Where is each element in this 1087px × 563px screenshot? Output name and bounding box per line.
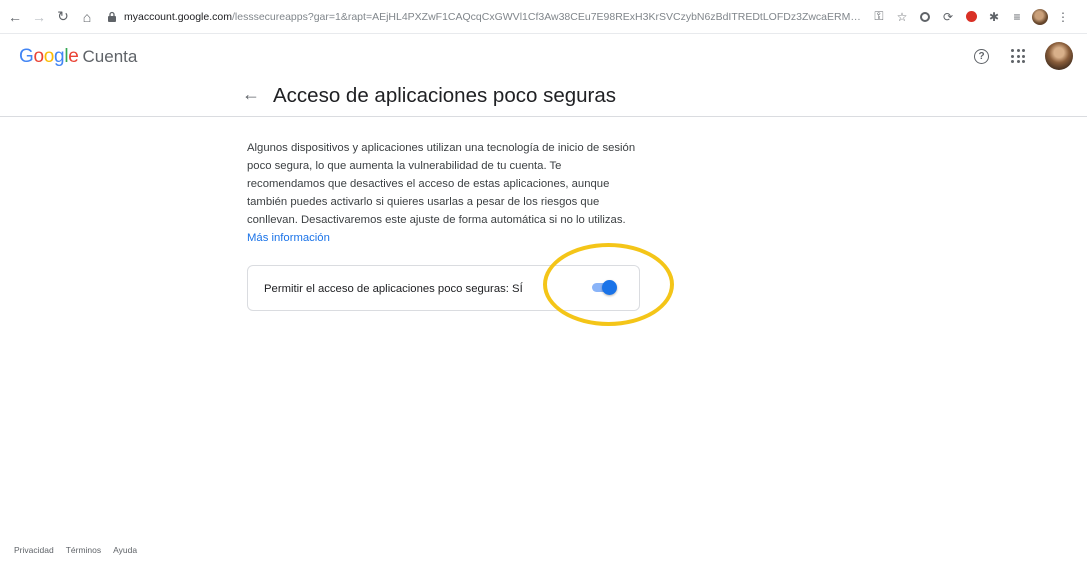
star-icon[interactable]: ☆ [892, 7, 912, 27]
logo-letter: G [19, 46, 34, 67]
forward-icon[interactable]: → [28, 6, 50, 28]
reading-list-icon[interactable]: ≡ [1007, 7, 1027, 27]
footer-link-help[interactable]: Ayuda [113, 545, 137, 555]
extension-red-icon[interactable] [961, 7, 981, 27]
reload-icon[interactable]: ↻ [52, 6, 74, 28]
lock-icon [108, 11, 116, 22]
product-name: Cuenta [82, 47, 138, 66]
more-info-link[interactable]: Más información [247, 232, 330, 244]
description-text: Algunos dispositivos y aplicaciones util… [247, 139, 642, 247]
profile-avatar-icon[interactable] [1030, 7, 1050, 27]
browser-toolbar: ← → ↻ ⌂ myaccount.google.com /lesssecure… [0, 0, 1087, 34]
extension-ring-icon[interactable] [915, 7, 935, 27]
footer-link-terms[interactable]: Términos [66, 545, 101, 555]
logo-letter: e [68, 46, 79, 67]
google-logo[interactable]: G o o g l e [19, 46, 79, 68]
logo-letter: g [54, 46, 65, 67]
address-bar[interactable]: myaccount.google.com /lesssecureapps?gar… [106, 5, 864, 29]
page-title: Acceso de aplicaciones poco seguras [273, 84, 617, 107]
title-bar: ← Acceso de aplicaciones poco seguras [0, 80, 1087, 117]
home-icon[interactable]: ⌂ [76, 6, 98, 28]
account-header: G o o g l e Cuenta ? [0, 34, 1087, 80]
puzzle-icon[interactable]: ✱ [984, 7, 1004, 27]
url-path: /lesssecureapps?gar=1&rapt=AEjHL4PXZwF1C… [231, 10, 864, 23]
apps-grid-icon[interactable] [1011, 49, 1025, 63]
help-icon[interactable]: ? [974, 48, 989, 64]
setting-label: Permitir el acceso de aplicaciones poco … [264, 283, 523, 295]
back-icon[interactable]: ← [4, 6, 26, 28]
logo-letter: o [43, 46, 55, 67]
highlight-circle [543, 243, 674, 326]
logo-letter: o [33, 46, 44, 67]
menu-dots-icon[interactable]: ⋮ [1053, 7, 1073, 27]
back-arrow-icon[interactable]: ← [242, 84, 260, 105]
key-icon[interactable]: ⚿ [869, 7, 889, 27]
footer: Privacidad Términos Ayuda [14, 545, 149, 555]
url-host: myaccount.google.com [124, 10, 232, 23]
account-avatar[interactable] [1045, 42, 1073, 70]
footer-link-privacy[interactable]: Privacidad [14, 545, 54, 555]
extension-sync-icon[interactable]: ⟳ [938, 7, 958, 27]
description-body: Algunos dispositivos y aplicaciones util… [247, 142, 636, 226]
